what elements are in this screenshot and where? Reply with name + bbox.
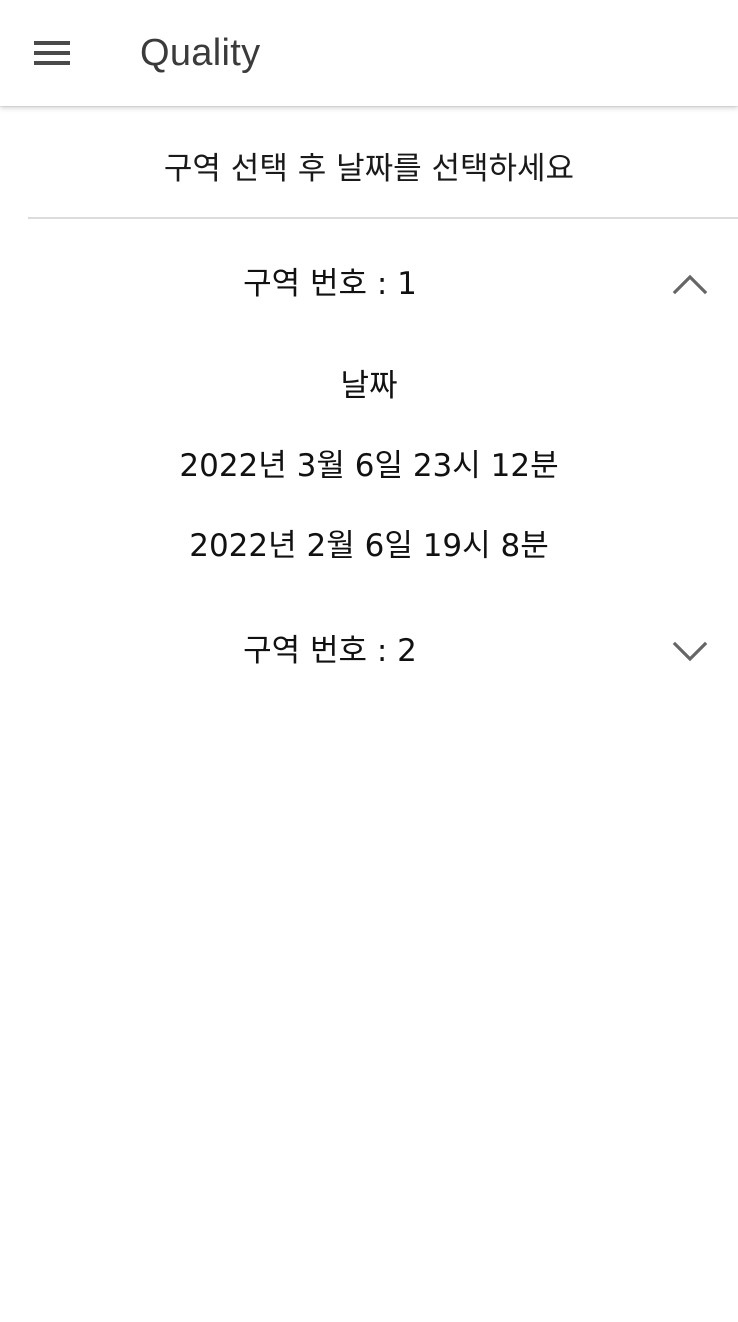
divider [28,217,738,219]
date-item[interactable]: 2022년 2월 6일 19시 8분 [0,521,738,571]
menu-button[interactable] [26,28,78,78]
instruction-text: 구역 선택 후 날짜를 선택하세요 [163,151,575,187]
date-item[interactable]: 2022년 3월 6일 23시 12분 [0,441,738,491]
section-label: 구역 번호 : 2 [243,633,417,669]
chevron-down-icon [670,633,710,669]
section-label: 구역 번호 : 1 [243,266,417,302]
app-title: Quality [140,32,261,74]
section-header-zone-1[interactable]: 구역 번호 : 1 [0,254,738,314]
chevron-up-icon [670,266,710,302]
dates-header: 날짜 [340,368,398,404]
hamburger-menu-icon [34,41,70,65]
app-screen: Quality 구역 선택 후 날짜를 선택하세요 구역 번호 : 1 날짜 2… [0,0,738,1322]
app-bar: Quality [0,0,738,106]
section-header-zone-2[interactable]: 구역 번호 : 2 [0,621,738,681]
